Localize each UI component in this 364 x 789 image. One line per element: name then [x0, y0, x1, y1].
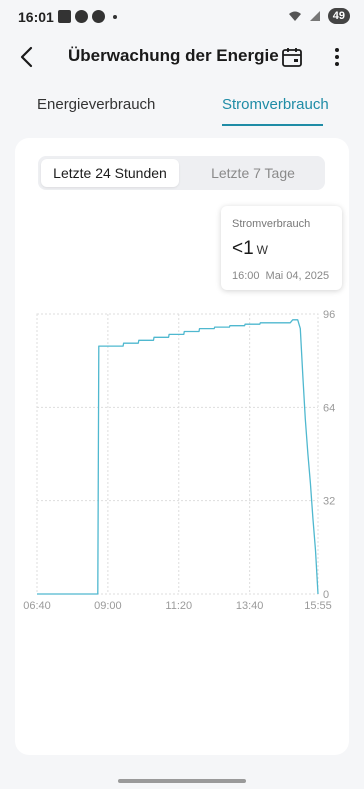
x-tick-label: 15:55 [304, 600, 332, 612]
x-tick-label: 13:40 [236, 600, 264, 612]
x-tick-label: 11:20 [165, 600, 192, 612]
power-usage-chart[interactable]: 06:40 09:00 11:20 13:40 15:550 32 64 96 [0, 0, 364, 789]
tooltip-time: 16:00 [232, 270, 260, 282]
plot-border [36, 313, 319, 595]
home-indicator [118, 779, 246, 783]
chart-tooltip: Stromverbrauch <1 W 16:00 Mai 04, 2025 [221, 206, 342, 290]
y-tick-label: 64 [323, 402, 335, 414]
power-series-line [37, 319, 319, 595]
tooltip-value-row: <1 W [232, 238, 268, 260]
tooltip-date: Mai 04, 2025 [265, 270, 330, 282]
x-tick-label: 09:00 [94, 600, 122, 612]
tooltip-unit: W [256, 243, 268, 257]
x-tick-label: 06:40 [23, 600, 51, 612]
y-tick-label: 0 [323, 589, 329, 601]
y-tick-label: 32 [323, 496, 335, 508]
tooltip-timestamp: 16:00 Mai 04, 2025 [232, 270, 329, 282]
y-tick-label: 96 [323, 309, 335, 321]
tooltip-label: Stromverbrauch [232, 218, 311, 230]
tooltip-value: <1 [232, 238, 254, 259]
